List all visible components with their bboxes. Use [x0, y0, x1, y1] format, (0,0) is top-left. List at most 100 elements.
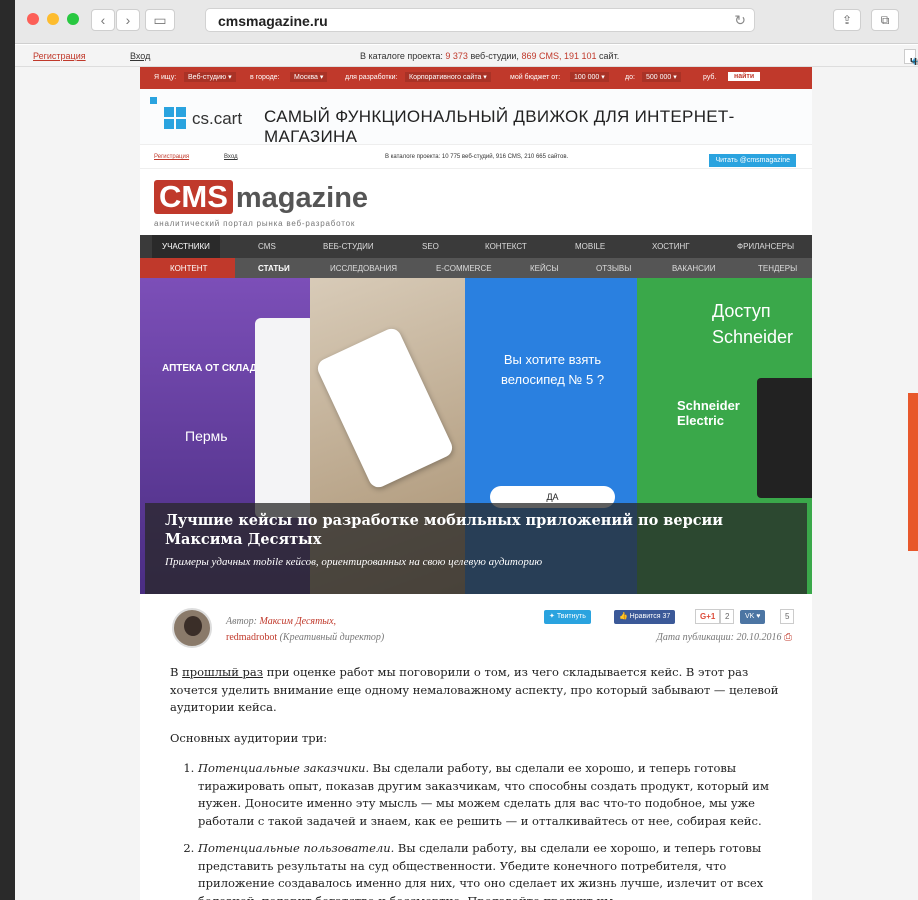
article-body: В прошлый раз при оценке работ мы погово… — [170, 664, 790, 900]
nav-research[interactable]: ИССЛЕДОВАНИЯ — [330, 264, 397, 273]
schneider-logo: Schneider Electric — [677, 398, 740, 428]
schneider-title: Доступ Schneider — [712, 301, 794, 347]
cscart-logo-square — [176, 107, 186, 117]
list-item: Потенциальные заказчики. Вы сделали рабо… — [198, 760, 790, 830]
cscart-logo-icon — [150, 97, 157, 104]
address-bar[interactable]: cmsmagazine.ru ↻ — [205, 8, 755, 32]
nav-vacancies[interactable]: ВАКАНСИИ — [672, 264, 715, 273]
cscart-ad-banner[interactable]: cs.cart САМЫЙ ФУНКЦИОНАЛЬНЫЙ ДВИЖОК ДЛЯ … — [140, 89, 812, 146]
minimize-window-button[interactable] — [47, 13, 59, 25]
close-window-button[interactable] — [27, 13, 39, 25]
bike-app-question: Вы хотите взять велосипед № 5 ? — [500, 352, 605, 387]
gplus-button[interactable]: G+1 — [695, 609, 721, 624]
secondary-topbar: Регистрация Вход В каталоге проекта: 10 … — [140, 145, 812, 169]
intro-paragraph: В прошлый раз при оценке работ мы погово… — [170, 665, 779, 714]
search-budget-label: мой бюджет от: — [510, 74, 561, 81]
budget-to-select[interactable]: 500 000 ▾ — [642, 72, 681, 82]
secondary-nav: КОНТЕНТ СТАТЬИ ИССЛЕДОВАНИЯ E-COMMERCE К… — [140, 258, 812, 278]
audiences-intro: Основных аудитории три: — [170, 730, 328, 745]
login-link[interactable]: Вход — [130, 51, 150, 61]
tabs-icon[interactable]: ⧉ — [871, 9, 899, 31]
article-hero-image[interactable]: АПТЕКА ОТ СКЛАДА Пермь Вы хотите взять в… — [140, 278, 812, 594]
search-what-select[interactable]: Веб-студию ▾ — [184, 72, 236, 82]
list-item: Потенциальные пользователи. Вы сделали р… — [198, 840, 790, 900]
budget-from-select[interactable]: 100 000 ▾ — [570, 72, 609, 82]
budget-to-label: до: — [625, 74, 635, 81]
pharmacy-app-title: АПТЕКА ОТ СКЛАДА — [162, 363, 265, 374]
author-portrait — [184, 616, 202, 636]
author-avatar[interactable] — [172, 608, 212, 648]
publish-date: Дата публикации: 20.10.2016 ⎙ — [656, 632, 792, 643]
catalog-stats: В каталоге проекта: 9 373 веб-студии, 86… — [360, 51, 620, 61]
nav-ecommerce[interactable]: E-COMMERCE — [436, 264, 492, 273]
nav-tenders[interactable]: ТЕНДЕРЫ — [758, 264, 797, 273]
phone-screenshot — [255, 318, 315, 518]
heart-icon: ♥ — [756, 613, 761, 620]
url-text: cmsmagazine.ru — [218, 13, 328, 29]
nav-cms[interactable]: CMS — [258, 242, 276, 251]
nav-content[interactable]: КОНТЕНТ — [170, 264, 207, 273]
cms-magazine-logo[interactable]: CMS magazine аналитический портал рынка в… — [154, 180, 368, 228]
cscart-logo-square — [164, 107, 174, 117]
banner-slogan: САМЫЙ ФУНКЦИОНАЛЬНЫЙ ДВИЖОК ДЛЯ ИНТЕРНЕТ… — [264, 107, 735, 146]
register-link-2[interactable]: Регистрация — [154, 154, 189, 160]
cscart-brand: cs.cart — [192, 109, 243, 128]
nav-freelancers[interactable]: ФРИЛАНСЕРЫ — [737, 242, 794, 251]
pharmacy-app-city: Пермь — [185, 428, 228, 444]
studio-search-bar: Я ищу: Веб-студию ▾ в городе: Москва ▾ д… — [140, 67, 812, 89]
back-icon[interactable]: ‹ — [91, 9, 115, 31]
share-icon[interactable]: ⇪ — [833, 9, 861, 31]
nav-context[interactable]: КОНТЕКСТ — [485, 242, 527, 251]
search-dev-select[interactable]: Корпоративного сайта ▾ — [405, 72, 491, 82]
author-info: Автор: Максим Десятых, redmadrobot (Креа… — [226, 616, 385, 643]
browser-window: ‹ › ▭ cmsmagazine.ru ↻ ⇪ ⧉ Регистрация В… — [15, 0, 918, 900]
article-title: Лучшие кейсы по разработке мобильных при… — [165, 512, 724, 548]
forward-icon[interactable]: › — [116, 9, 140, 31]
logo-tagline: аналитический портал рынка веб-разработо… — [154, 219, 356, 228]
author-link[interactable]: Максим Десятых, — [260, 616, 337, 627]
article-meta: Автор: Максим Десятых, redmadrobot (Креа… — [140, 602, 812, 652]
nav-cases[interactable]: КЕЙСЫ — [530, 264, 559, 273]
print-icon[interactable]: ⎙ — [784, 632, 792, 643]
nav-articles[interactable]: СТАТЬИ — [258, 264, 290, 273]
login-link-2[interactable]: Вход — [224, 154, 238, 160]
nav-participants[interactable]: УЧАСТНИКИ — [152, 235, 220, 258]
search-button[interactable]: найти — [728, 72, 761, 81]
browser-toolbar: ‹ › ▭ cmsmagazine.ru ↻ ⇪ ⧉ — [15, 0, 918, 44]
primary-nav: УЧАСТНИКИ CMS ВЕБ-СТУДИИ SEO КОНТЕКСТ MO… — [140, 235, 812, 258]
cscart-logo-square — [176, 119, 186, 129]
twitter-follow-button-2[interactable]: Читать @cmsmagazine — [709, 154, 796, 167]
audiences-list: Потенциальные заказчики. Вы сделали рабо… — [198, 760, 790, 900]
right-gutter — [812, 67, 918, 900]
reload-icon[interactable]: ↻ — [734, 12, 746, 29]
nav-reviews[interactable]: ОТЗЫВЫ — [596, 264, 631, 273]
left-gutter — [15, 67, 140, 900]
previous-article-link[interactable]: прошлый раз — [182, 665, 263, 679]
currency-label: руб. — [703, 74, 717, 81]
zoom-window-button[interactable] — [67, 13, 79, 25]
catalog-stats-2: В каталоге проекта: 10 775 веб-студий, 9… — [385, 154, 569, 160]
gplus-count: 2 — [720, 609, 735, 624]
facebook-like-button[interactable]: 👍 Нравится 37 — [614, 610, 676, 624]
nav-seo[interactable]: SEO — [422, 242, 439, 251]
twitter-icon: ✦ — [549, 613, 557, 620]
search-dev-label: для разработки: — [345, 74, 398, 81]
nav-studios[interactable]: ВЕБ-СТУДИИ — [323, 242, 374, 251]
vk-share-button[interactable]: VK ♥ — [740, 610, 766, 624]
thumbs-up-icon: 👍 — [619, 613, 630, 620]
cscart-logo-square — [164, 119, 174, 129]
nav-hosting[interactable]: ХОСТИНГ — [652, 242, 690, 251]
sidebar-icon[interactable]: ▭ — [145, 9, 175, 31]
tweet-button[interactable]: ✦ Твитнуть — [544, 610, 591, 624]
register-link[interactable]: Регистрация — [33, 51, 86, 61]
company-link[interactable]: redmadrobot — [226, 632, 277, 643]
feedback-tab[interactable] — [908, 393, 918, 551]
search-find-label: Я ищу: — [154, 74, 177, 81]
search-city-label: в городе: — [250, 74, 280, 81]
nav-mobile[interactable]: MOBILE — [575, 242, 605, 251]
article-subtitle: Примеры удачных mobile кейсов, ориентиро… — [165, 556, 543, 568]
device-screenshot — [757, 378, 812, 498]
twitter-follow-button[interactable]: ✦ Читать @cmsmagazine — [904, 49, 918, 81]
phone-in-hand — [314, 325, 456, 491]
search-city-select[interactable]: Москва ▾ — [290, 72, 328, 82]
